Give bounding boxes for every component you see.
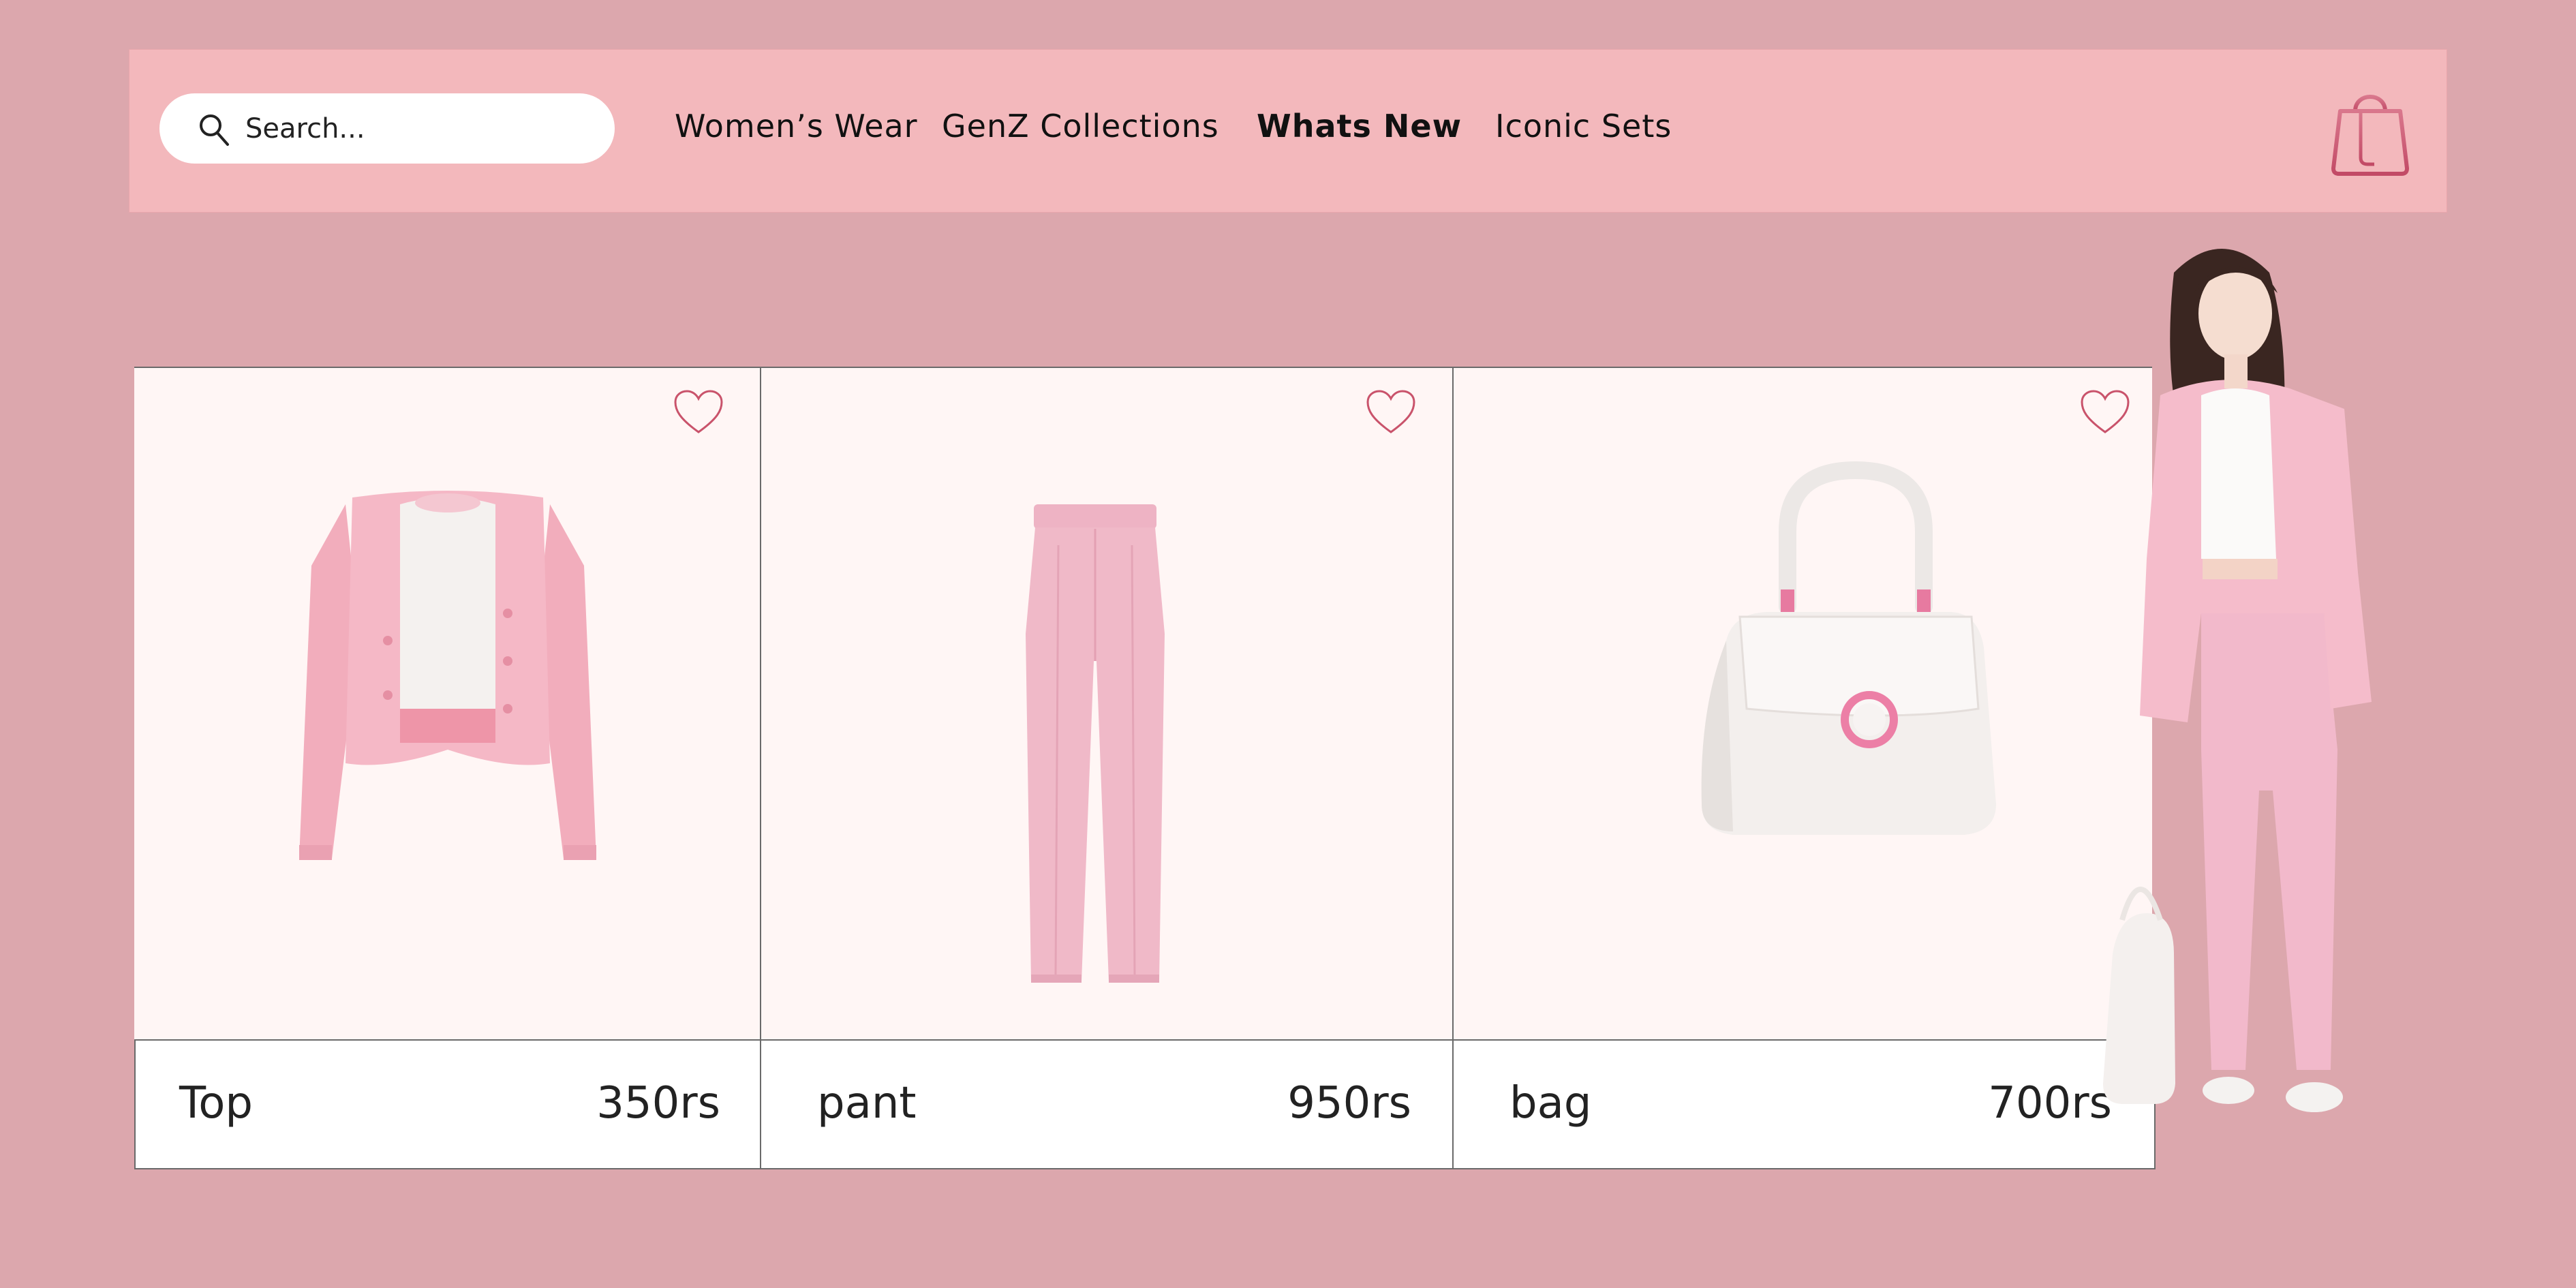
product-info-bar: Top 350rs — [134, 1039, 761, 1169]
product-card-pant[interactable]: pant 950rs — [761, 367, 1454, 1169]
heart-icon[interactable] — [1365, 388, 1417, 436]
product-card-top[interactable]: Top 350rs — [134, 367, 761, 1169]
nav-iconic-sets[interactable]: Iconic Sets — [1495, 107, 1672, 145]
search-box[interactable]: Search... — [159, 93, 615, 164]
product-info-bar: bag 700rs — [1454, 1039, 2156, 1169]
shopping-bag-icon[interactable] — [2329, 82, 2411, 178]
nav-genz-collections[interactable]: GenZ Collections — [942, 107, 1219, 145]
product-info-bar: pant 950rs — [761, 1039, 1454, 1169]
product-price: 700rs — [1988, 1078, 2112, 1129]
product-image-area — [761, 367, 1454, 1039]
product-price: 350rs — [596, 1078, 720, 1129]
product-image-area — [1454, 367, 2152, 1039]
product-name: bag — [1509, 1078, 1592, 1129]
product-card-bag[interactable]: bag 700rs — [1454, 367, 2156, 1169]
white-handbag-image — [1701, 461, 1996, 835]
product-price: 950rs — [1287, 1078, 1411, 1129]
search-icon — [200, 114, 229, 146]
nav-womens-wear[interactable]: Women’s Wear — [675, 107, 918, 145]
product-image-area — [134, 367, 761, 1039]
product-name: pant — [817, 1078, 917, 1129]
pink-cardigan-image — [299, 491, 596, 860]
nav-whats-new[interactable]: Whats New — [1257, 107, 1462, 145]
pink-trousers-image — [1026, 504, 1165, 983]
product-name: Top — [179, 1078, 253, 1129]
model-photo — [2103, 249, 2372, 1112]
search-input[interactable]: Search... — [245, 112, 365, 145]
heart-icon[interactable] — [673, 388, 724, 436]
top-nav-bar: Search... Women’s Wear GenZ Collections … — [129, 49, 2447, 213]
